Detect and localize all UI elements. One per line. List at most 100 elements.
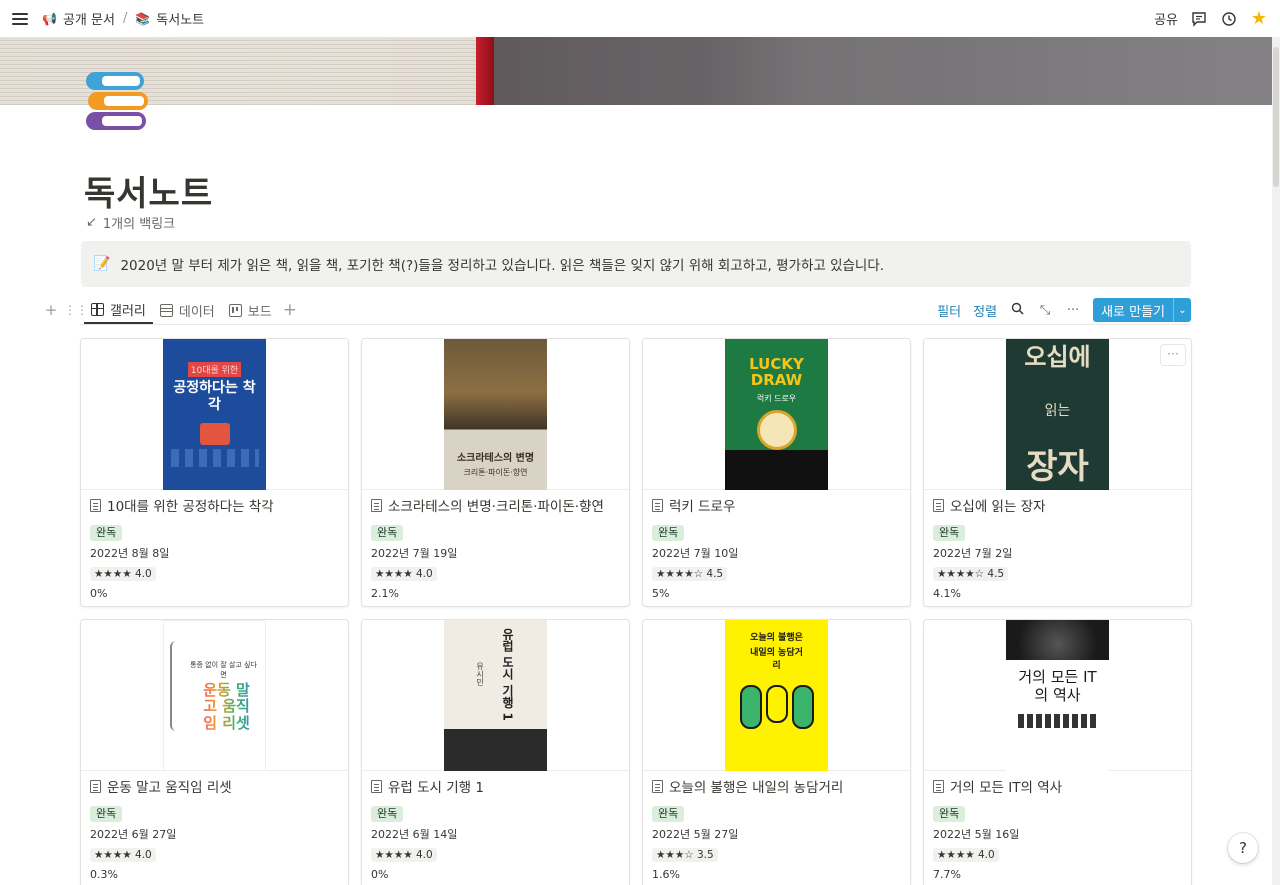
tab-board[interactable]: 보드 [222,296,279,324]
tab-label: 데이터 [178,304,215,320]
page-icon [652,779,663,793]
help-button[interactable]: ? [1228,833,1258,863]
sort-button[interactable]: 정렬 [973,301,997,320]
backlinks-link[interactable]: ↙ 1개의 백링크 [86,213,175,232]
favorite-star-icon[interactable]: ★ [1250,9,1268,28]
gallery-card[interactable]: 통증 없이 잘 살고 싶다면 운동 말고 움직임 리셋 운동 말고 움직임 리셋… [80,619,349,885]
gallery-card[interactable]: ··· 오십에 읽는 장자 오십에 읽는 장자 완독 2022년 7월 2일 ★… [923,338,1192,607]
progress-value: 1.6% [652,868,680,881]
rating: ★★★★☆ 4.5 [652,567,728,581]
gallery-card[interactable]: LUCKY DRAW 럭키 드로우 럭키 드로우 완독 2022년 7월 10일… [642,338,911,607]
expand-icon[interactable]: ⤡ [1037,303,1053,318]
share-button[interactable]: 공유 [1154,9,1178,28]
backlinks-label: 1개의 백링크 [102,217,176,232]
read-date: 2022년 7월 19일 [371,547,458,560]
breadcrumb-item-reading-notes[interactable]: 독서노트 [156,9,204,28]
card-title: 오십에 읽는 장자 [950,499,1046,515]
card-cover: 유시민 유럽 도시 기행 1 [362,620,629,771]
add-block-icon[interactable]: + [44,301,58,319]
progress-value: 4.1% [933,587,961,600]
tab-gallery[interactable]: 갤러리 [84,296,153,324]
book-cover-image: 오십에 읽는 장자 [1006,339,1109,490]
status-badge: 완독 [90,525,123,541]
status-badge: 완독 [652,525,685,541]
search-icon[interactable] [1009,302,1025,319]
database-view-bar: + ⋮⋮ 갤러리 데이터 보드 + 필터 정렬 ⤡ ··· 새로 만들기 ⌄ [44,296,1191,324]
new-button-label: 새로 만들기 [1101,304,1165,320]
drag-handle-icon[interactable]: ⋮⋮ [64,303,88,317]
history-clock-icon[interactable] [1220,10,1238,28]
card-title: 럭키 드로우 [669,499,736,515]
card-cover: 오십에 읽는 장자 [924,339,1191,490]
tab-data[interactable]: 데이터 [153,296,222,324]
gallery-card[interactable]: 유시민 유럽 도시 기행 1 유럽 도시 기행 1 완독 2022년 6월 14… [361,619,630,885]
book-cover-image: 통증 없이 잘 살고 싶다면 운동 말고 움직임 리셋 [163,620,266,771]
card-cover: 10대를 위한 공정하다는 착각 [81,339,348,490]
table-icon [159,303,173,317]
progress-value: 5% [652,587,670,600]
add-view-icon[interactable]: + [283,300,297,320]
more-options-icon[interactable]: ··· [1065,303,1081,318]
page-icon [652,498,663,512]
read-date: 2022년 5월 27일 [652,828,739,841]
tab-label: 갤러리 [110,303,146,319]
page-icon [933,498,944,512]
status-badge: 완독 [933,806,966,822]
gallery-card[interactable]: 소크라테스의 변명 크리톤·파이돈·향연 소크라테스의 변명·크리톤·파이돈·향… [361,338,630,607]
breadcrumb-separator: / [122,11,128,26]
progress-value: 0.3% [90,868,118,881]
menu-icon[interactable] [12,12,28,25]
books-stack-icon[interactable] [84,70,148,136]
read-date: 2022년 6월 14일 [371,828,458,841]
card-title: 유럽 도시 기행 1 [388,780,484,796]
chevron-down-icon[interactable]: ⌄ [1173,298,1191,322]
rating: ★★★★ 4.0 [90,567,156,581]
gallery-card[interactable]: 10대를 위한 공정하다는 착각 10대를 위한 공정하다는 착각 완독 202… [80,338,349,607]
rating: ★★★☆ 3.5 [652,848,718,862]
card-cover: 오늘의 불행은 내일의 농담거리 [643,620,910,771]
gallery-card[interactable]: 거의 모든 IT의 역사 거의 모든 IT의 역사 완독 2022년 5월 16… [923,619,1192,885]
rating: ★★★★☆ 4.5 [933,567,1009,581]
top-bar: 📢 공개 문서 / 📚 독서노트 공유 ★ [0,0,1280,37]
read-date: 2022년 6월 27일 [90,828,177,841]
gallery-card[interactable]: 오늘의 불행은 내일의 농담거리 오늘의 불행은 내일의 농담거리 완독 202… [642,619,911,885]
memo-icon: 📝 [93,256,111,272]
status-badge: 완독 [933,525,966,541]
read-date: 2022년 5월 16일 [933,828,1020,841]
callout-block: 📝 2020년 말 부터 제가 읽은 책, 읽을 책, 포기한 책(?)들을 정… [81,241,1191,287]
book-cover-image: 거의 모든 IT의 역사 [1006,620,1109,771]
gallery-grid: 10대를 위한 공정하다는 착각 10대를 위한 공정하다는 착각 완독 202… [80,338,1192,885]
page-title: 독서노트 [84,174,214,214]
arrow-down-left-icon: ↙ [86,215,97,230]
book-cover-image: 소크라테스의 변명 크리톤·파이돈·향연 [444,339,547,490]
gallery-icon [91,302,104,316]
rating: ★★★★ 4.0 [933,848,999,862]
book-cover-image: LUCKY DRAW 럭키 드로우 [725,339,828,490]
card-more-options-icon[interactable]: ··· [1161,345,1185,365]
card-title: 거의 모든 IT의 역사 [950,780,1063,796]
board-icon [228,303,242,317]
page-icon [371,779,382,793]
comment-icon[interactable] [1190,10,1208,28]
new-button[interactable]: 새로 만들기 ⌄ [1093,298,1191,322]
megaphone-icon: 📢 [42,11,57,26]
card-title: 운동 말고 움직임 리셋 [107,780,232,796]
progress-value: 7.7% [933,868,961,881]
book-cover-image: 유시민 유럽 도시 기행 1 [444,620,547,771]
book-cover-image: 10대를 위한 공정하다는 착각 [163,339,266,490]
rating: ★★★★ 4.0 [371,567,437,581]
card-title: 소크라테스의 변명·크리톤·파이돈·향연 [388,499,604,515]
card-title: 오늘의 불행은 내일의 농담거리 [669,780,844,796]
status-badge: 완독 [371,525,404,541]
scrollbar[interactable] [1272,37,1280,885]
read-date: 2022년 8월 8일 [90,547,170,560]
page-cover-image [0,37,1272,105]
tab-label: 보드 [247,304,272,320]
breadcrumb-item-public-docs[interactable]: 공개 문서 [63,9,115,28]
rating: ★★★★ 4.0 [371,848,437,862]
read-date: 2022년 7월 10일 [652,547,739,560]
filter-button[interactable]: 필터 [937,301,961,320]
progress-value: 0% [371,868,389,881]
breadcrumb: 📢 공개 문서 / 📚 독서노트 [42,9,204,28]
card-cover: 소크라테스의 변명 크리톤·파이돈·향연 [362,339,629,490]
